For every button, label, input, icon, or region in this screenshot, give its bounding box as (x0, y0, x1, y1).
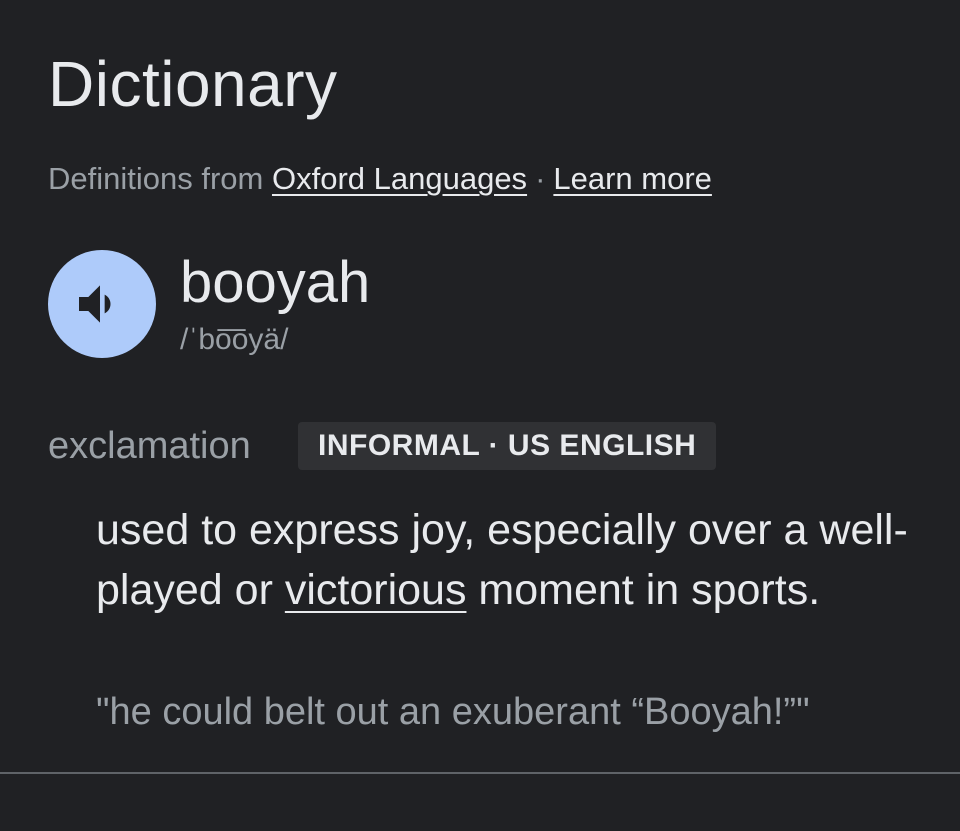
learn-more-link[interactable]: Learn more (553, 161, 712, 196)
page-title: Dictionary (48, 48, 338, 120)
source-line: Definitions from Oxford Languages · Learn … (48, 160, 712, 197)
victorious-link[interactable]: victorious (285, 566, 467, 614)
source-separator: · (535, 161, 546, 196)
definition-after-link: moment in sports. (466, 566, 821, 614)
oxford-languages-link[interactable]: Oxford Languages (272, 161, 527, 196)
speaker-icon (79, 285, 111, 323)
part-of-speech: exclamation (48, 425, 251, 467)
pronunciation-audio-button[interactable] (48, 250, 156, 358)
usage-tag: INFORMAL · US ENGLISH (298, 422, 717, 470)
headword: booyah (180, 250, 371, 315)
definition-text: used to express joy, especially over a w… (96, 500, 936, 620)
example-sentence: "he could belt out an exuberant “Booyah!… (96, 691, 810, 733)
source-prefix: Definitions from (48, 161, 264, 196)
divider (0, 772, 960, 774)
pronunciation-text: /ˈbo͞oyä/ (180, 323, 289, 356)
